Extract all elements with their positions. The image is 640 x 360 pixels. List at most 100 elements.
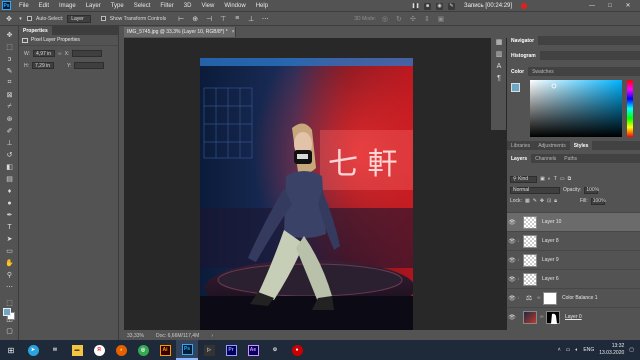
frame-tool-icon[interactable]: ⊠ — [4, 90, 15, 100]
chrome-icon[interactable]: ◎ — [132, 340, 154, 360]
zoom-level[interactable]: 33,33% — [127, 333, 144, 339]
chevron-down-icon[interactable]: ▾ — [18, 14, 23, 23]
blend-mode-dropdown[interactable]: Normal — [510, 186, 560, 194]
filter-type-icon[interactable]: T — [554, 176, 557, 182]
color-picker-field[interactable] — [530, 80, 622, 137]
yandex-icon[interactable]: Я — [88, 340, 110, 360]
volume-icon[interactable]: 🔈︎ — [575, 347, 578, 353]
media-player-icon[interactable]: ▷ — [198, 340, 220, 360]
filter-pixel-icon[interactable]: ▣ — [540, 176, 545, 182]
more-options-icon[interactable]: ⋯ — [260, 14, 270, 23]
rectangle-tool-icon[interactable]: ▭ — [4, 246, 15, 256]
filter-smart-icon[interactable]: ⧉ — [568, 176, 572, 182]
color-foreground-chip[interactable] — [511, 83, 520, 92]
tab-layers[interactable]: Layers — [507, 154, 532, 163]
tab-color[interactable]: Color — [507, 67, 529, 76]
filter-kind-dropdown[interactable]: ⚲ Kind — [510, 175, 538, 183]
more-tools-icon[interactable]: ⋯ — [4, 282, 15, 292]
menu-view[interactable]: View — [196, 3, 219, 9]
quick-select-tool-icon[interactable]: ✎ — [4, 66, 15, 76]
menu-edit[interactable]: Edit — [34, 3, 54, 9]
record-icon[interactable] — [521, 3, 528, 9]
3d-scale-icon[interactable]: ▣ — [436, 14, 446, 23]
auto-select-checkbox[interactable] — [27, 16, 32, 21]
after-effects-icon[interactable]: Ae — [242, 340, 264, 360]
menu-layer[interactable]: Layer — [81, 3, 106, 9]
histogram-panel-icon[interactable]: ▥ — [495, 50, 503, 58]
tab-navigator[interactable]: Navigator — [507, 36, 539, 45]
dodge-tool-icon[interactable]: ● — [4, 198, 15, 208]
pencil-icon[interactable]: ✎ — [448, 2, 455, 10]
tab-styles[interactable]: Styles — [569, 141, 593, 150]
blur-tool-icon[interactable]: ♦ — [4, 186, 15, 196]
move-tool-icon[interactable]: ✥ — [4, 14, 14, 23]
premiere-icon[interactable]: Pr — [220, 340, 242, 360]
link-icon[interactable]: ∞ — [58, 51, 62, 57]
visibility-eye-icon[interactable]: 👁︎ — [507, 295, 517, 302]
fill-input[interactable]: 100% — [590, 197, 606, 205]
filter-adjustment-icon[interactable]: ◐ — [548, 176, 551, 182]
visibility-eye-icon[interactable]: 👁︎ — [507, 257, 517, 264]
network-icon[interactable]: ▭ — [566, 347, 571, 353]
crop-tool-icon[interactable]: ⌗ — [4, 78, 15, 88]
auto-select-dropdown[interactable]: Layer — [67, 14, 91, 23]
firefox-icon[interactable]: ◕ — [110, 340, 132, 360]
lock-all-icon[interactable]: 🔒︎ — [554, 198, 557, 204]
menu-filter[interactable]: Filter — [155, 3, 178, 9]
notifications-icon[interactable]: ▢ — [629, 347, 634, 353]
lock-artboard-icon[interactable]: ⊡ — [547, 198, 551, 204]
menu-3d[interactable]: 3D — [179, 3, 197, 9]
layer-row[interactable]: 👁︎ ↓ Layer 9 — [507, 250, 640, 269]
menu-image[interactable]: Image — [54, 3, 81, 9]
menu-select[interactable]: Select — [129, 3, 156, 9]
navigator-panel-icon[interactable]: ▦ — [495, 38, 503, 46]
foreground-color-swatch[interactable] — [3, 308, 11, 316]
document-tab[interactable]: IMG_5745.jpg @ 33,3% (Layer 10, RGB/8*) … — [124, 27, 236, 37]
align-middle-icon[interactable]: ≡ — [232, 14, 242, 23]
align-left-icon[interactable]: ⊢ — [176, 14, 186, 23]
character-panel-icon[interactable]: A — [495, 62, 503, 70]
lock-move-icon[interactable]: ✥ — [540, 198, 544, 204]
menu-type[interactable]: Type — [106, 3, 129, 9]
close-button[interactable]: ✕ — [621, 0, 635, 11]
minimize-button[interactable]: — — [585, 0, 599, 11]
layer-row[interactable]: 👁︎ ↓ ⚖ ∞ Color Balance 1 — [507, 288, 640, 307]
width-input[interactable]: 4,97 in — [33, 50, 56, 57]
eraser-tool-icon[interactable]: ◧ — [4, 162, 15, 172]
photoshop-taskbar-icon[interactable]: Ps — [176, 340, 198, 360]
height-input[interactable]: 7,29 in — [32, 62, 54, 69]
tab-adjustments[interactable]: Adjustments — [534, 141, 570, 150]
align-bottom-icon[interactable]: ⊥ — [246, 14, 256, 23]
telegram-icon[interactable]: ➤ — [22, 340, 44, 360]
pen-tool-icon[interactable]: ✒ — [4, 210, 15, 220]
close-document-icon[interactable]: × — [232, 29, 235, 35]
visibility-eye-icon[interactable]: 👁︎ — [507, 238, 517, 245]
3d-orbit-icon[interactable]: ◎ — [380, 14, 390, 23]
mail-icon[interactable]: ✉ — [44, 340, 66, 360]
status-arrow-icon[interactable]: › — [211, 333, 213, 339]
stop-icon[interactable]: ■ — [424, 2, 431, 10]
layer-row[interactable]: 👁︎ ↓ Layer 8 — [507, 231, 640, 250]
paragraph-panel-icon[interactable]: ¶ — [495, 74, 503, 82]
move-tool-icon[interactable]: ✥ — [4, 30, 15, 40]
canvas-image[interactable]: 七 軒 — [200, 58, 413, 330]
tab-paths[interactable]: Paths — [560, 154, 581, 163]
menu-help[interactable]: Help — [251, 3, 273, 9]
tab-histogram[interactable]: Histogram — [507, 51, 540, 60]
visibility-eye-icon[interactable]: 👁︎ — [507, 314, 517, 321]
camera-icon[interactable]: ◉ — [436, 2, 443, 10]
opacity-input[interactable]: 100% — [584, 186, 599, 194]
tray-chevron-icon[interactable]: ˄ — [558, 347, 561, 353]
y-input[interactable] — [74, 62, 105, 69]
file-explorer-icon[interactable]: ▬ — [66, 340, 88, 360]
lock-transparent-icon[interactable]: ▦ — [525, 198, 530, 204]
healing-brush-tool-icon[interactable]: ⊛ — [4, 114, 15, 124]
document-info[interactable]: Doc: 6,66M/117,4M — [156, 333, 199, 339]
windows-start-icon[interactable]: ⊞ — [0, 340, 22, 360]
illustrator-icon[interactable]: Ai — [154, 340, 176, 360]
x-input[interactable] — [72, 50, 103, 57]
screen-mode-icon[interactable]: ▢ — [4, 326, 15, 336]
3d-roll-icon[interactable]: ↻ — [394, 14, 404, 23]
pause-icon[interactable]: ❚❚ — [411, 2, 420, 10]
tab-properties[interactable]: Properties — [19, 26, 52, 35]
